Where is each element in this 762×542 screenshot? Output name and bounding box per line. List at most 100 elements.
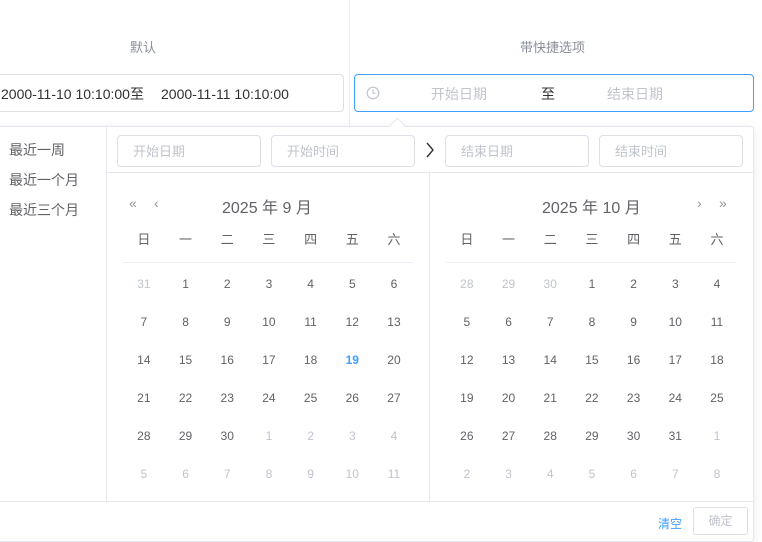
double-chevron-left-icon[interactable]: «: [129, 195, 137, 211]
day-cell[interactable]: 4: [290, 277, 332, 315]
day-cell[interactable]: 9: [290, 467, 332, 505]
day-cell[interactable]: 7: [206, 467, 248, 505]
day-cell[interactable]: 8: [165, 315, 207, 353]
day-cell[interactable]: 12: [446, 353, 488, 391]
day-cell[interactable]: 27: [488, 429, 530, 467]
shortcut-last-week[interactable]: 最近一周: [9, 140, 65, 160]
day-cell[interactable]: 29: [488, 277, 530, 315]
day-cell[interactable]: 22: [571, 391, 613, 429]
day-cell[interactable]: 21: [123, 391, 165, 429]
range-start-placeholder[interactable]: 开始日期: [431, 86, 487, 102]
day-cell[interactable]: 5: [571, 467, 613, 505]
day-cell-today[interactable]: 19: [331, 353, 373, 391]
day-cell[interactable]: 16: [206, 353, 248, 391]
day-cell[interactable]: 8: [696, 467, 738, 505]
confirm-button[interactable]: 确定: [693, 507, 748, 535]
day-cell[interactable]: 24: [654, 391, 696, 429]
day-cell[interactable]: 1: [571, 277, 613, 315]
day-cell[interactable]: 17: [248, 353, 290, 391]
day-cell[interactable]: 6: [613, 467, 655, 505]
range-start-value[interactable]: 2000-11-10 10:10:00: [1, 86, 130, 102]
day-cell[interactable]: 3: [488, 467, 530, 505]
day-cell[interactable]: 28: [123, 429, 165, 467]
day-cell[interactable]: 30: [613, 429, 655, 467]
day-cell[interactable]: 18: [290, 353, 332, 391]
day-cell[interactable]: 25: [290, 391, 332, 429]
day-cell[interactable]: 3: [331, 429, 373, 467]
day-cell[interactable]: 10: [331, 467, 373, 505]
day-cell[interactable]: 31: [654, 429, 696, 467]
day-cell[interactable]: 10: [654, 315, 696, 353]
day-cell[interactable]: 18: [696, 353, 738, 391]
day-cell[interactable]: 5: [331, 277, 373, 315]
default-range-input[interactable]: 2000-11-10 10:10:00 至 2000-11-11 10:10:0…: [0, 74, 344, 112]
clear-button[interactable]: 清空: [658, 515, 682, 532]
day-cell[interactable]: 29: [571, 429, 613, 467]
day-cell[interactable]: 3: [248, 277, 290, 315]
day-cell[interactable]: 28: [446, 277, 488, 315]
day-cell[interactable]: 15: [571, 353, 613, 391]
day-cell[interactable]: 13: [373, 315, 415, 353]
day-cell[interactable]: 11: [290, 315, 332, 353]
day-cell[interactable]: 26: [446, 429, 488, 467]
day-cell[interactable]: 1: [696, 429, 738, 467]
end-date-input[interactable]: 结束日期: [445, 135, 589, 167]
range-end-value[interactable]: 2000-11-11 10:10:00: [161, 86, 289, 102]
day-cell[interactable]: 2: [446, 467, 488, 505]
double-chevron-right-icon[interactable]: »: [719, 195, 727, 211]
chevron-right-icon[interactable]: ›: [697, 195, 702, 211]
day-cell[interactable]: 12: [331, 315, 373, 353]
day-cell[interactable]: 2: [290, 429, 332, 467]
shortcut-last-month[interactable]: 最近一个月: [9, 170, 79, 190]
day-cell[interactable]: 19: [446, 391, 488, 429]
day-cell[interactable]: 27: [373, 391, 415, 429]
day-cell[interactable]: 30: [529, 277, 571, 315]
day-cell[interactable]: 1: [165, 277, 207, 315]
day-cell[interactable]: 4: [373, 429, 415, 467]
day-cell[interactable]: 11: [696, 315, 738, 353]
day-cell[interactable]: 9: [206, 315, 248, 353]
day-cell[interactable]: 16: [613, 353, 655, 391]
range-end-placeholder[interactable]: 结束日期: [607, 86, 663, 102]
start-time-input[interactable]: 开始时间: [271, 135, 415, 167]
day-cell[interactable]: 20: [488, 391, 530, 429]
day-cell[interactable]: 8: [248, 467, 290, 505]
shortcut-range-input[interactable]: 开始日期 至 结束日期: [354, 74, 754, 112]
day-cell[interactable]: 5: [446, 315, 488, 353]
day-cell[interactable]: 14: [529, 353, 571, 391]
end-time-input[interactable]: 结束时间: [599, 135, 743, 167]
day-cell[interactable]: 1: [248, 429, 290, 467]
day-cell[interactable]: 6: [488, 315, 530, 353]
day-cell[interactable]: 7: [123, 315, 165, 353]
day-cell[interactable]: 14: [123, 353, 165, 391]
day-cell[interactable]: 20: [373, 353, 415, 391]
shortcut-last-three-months[interactable]: 最近三个月: [9, 200, 79, 220]
day-cell[interactable]: 7: [654, 467, 696, 505]
day-cell[interactable]: 2: [613, 277, 655, 315]
day-cell[interactable]: 29: [165, 429, 207, 467]
day-cell[interactable]: 6: [165, 467, 207, 505]
day-cell[interactable]: 13: [488, 353, 530, 391]
day-cell[interactable]: 15: [165, 353, 207, 391]
day-cell[interactable]: 17: [654, 353, 696, 391]
day-cell[interactable]: 5: [123, 467, 165, 505]
day-cell[interactable]: 26: [331, 391, 373, 429]
day-cell[interactable]: 23: [613, 391, 655, 429]
day-cell[interactable]: 21: [529, 391, 571, 429]
day-cell[interactable]: 8: [571, 315, 613, 353]
day-cell[interactable]: 28: [529, 429, 571, 467]
day-cell[interactable]: 23: [206, 391, 248, 429]
day-cell[interactable]: 24: [248, 391, 290, 429]
day-cell[interactable]: 30: [206, 429, 248, 467]
day-cell[interactable]: 2: [206, 277, 248, 315]
day-cell[interactable]: 4: [529, 467, 571, 505]
start-date-input[interactable]: 开始日期: [117, 135, 261, 167]
day-cell[interactable]: 9: [613, 315, 655, 353]
day-cell[interactable]: 4: [696, 277, 738, 315]
day-cell[interactable]: 7: [529, 315, 571, 353]
day-cell[interactable]: 10: [248, 315, 290, 353]
day-cell[interactable]: 6: [373, 277, 415, 315]
day-cell[interactable]: 11: [373, 467, 415, 505]
chevron-left-icon[interactable]: ‹: [154, 195, 159, 211]
day-cell[interactable]: 3: [654, 277, 696, 315]
